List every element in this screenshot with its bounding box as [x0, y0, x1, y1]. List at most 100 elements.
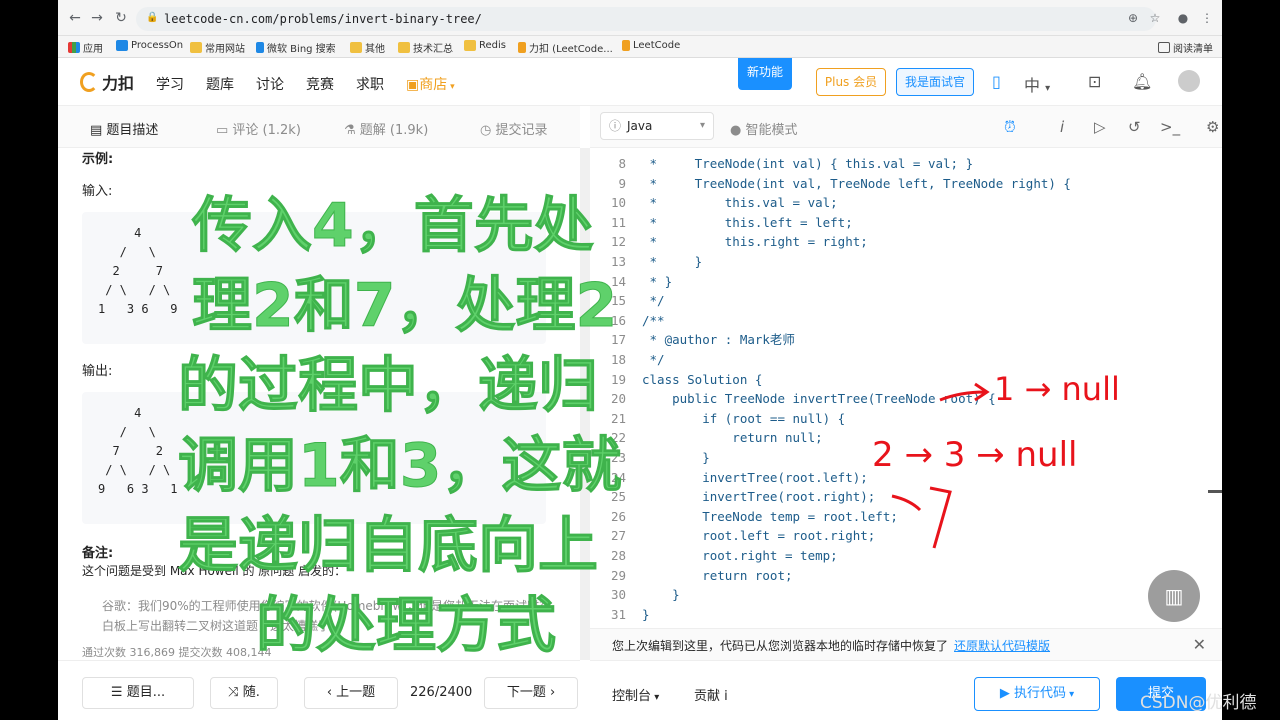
- interviewer-button[interactable]: 我是面试官: [896, 68, 974, 96]
- chevron-down-icon: ▾: [1065, 689, 1075, 700]
- annotation-line: 调用1和3，这就: [178, 431, 623, 502]
- language-label: 中: [1024, 76, 1041, 95]
- tab-description[interactable]: ▤ 题目描述: [90, 119, 158, 138]
- back-icon[interactable]: ←: [66, 9, 84, 27]
- editor-scrollbar[interactable]: [1208, 490, 1222, 493]
- language-select[interactable]: ⓘ Java ▾: [600, 112, 714, 140]
- info-icon[interactable]: i: [1060, 118, 1064, 136]
- smart-mode-label: 智能模式: [745, 123, 798, 138]
- bookmark-leetcode[interactable]: LeetCode: [622, 40, 680, 51]
- nav-learn[interactable]: 学习: [156, 74, 184, 94]
- tab-submissions[interactable]: ◷ 提交记录: [480, 119, 548, 138]
- new-feature-badge[interactable]: 新功能: [738, 58, 792, 90]
- menu-icon[interactable]: ⋮: [1198, 9, 1216, 27]
- bookmark-leetcode-cn[interactable]: 力扣 (LeetCode...: [518, 40, 613, 55]
- watermark: CSDN@优利德: [1140, 693, 1257, 713]
- nav-contest[interactable]: 竞赛: [306, 74, 334, 94]
- nav-discuss[interactable]: 讨论: [256, 74, 284, 94]
- chevron-down-icon: ▾: [1045, 83, 1051, 94]
- avatar[interactable]: [1178, 70, 1200, 92]
- description-icon: ▤: [90, 123, 107, 138]
- folder-icon: [190, 42, 202, 53]
- settings-icon[interactable]: ⚙: [1206, 118, 1219, 136]
- clock-icon: ◷: [480, 123, 496, 138]
- folder-icon: [398, 42, 410, 53]
- plus-member-button[interactable]: Plus 会员: [816, 68, 886, 96]
- address-bar[interactable]: 🔒 leetcode-cn.com/problems/invert-binary…: [136, 7, 1156, 31]
- language-switch[interactable]: 中 ▾: [1024, 72, 1050, 96]
- code-text: * TreeNode(int val) { this.val = val; }: [642, 156, 974, 171]
- input-tree: 4 / \ 2 7 / \ / \ 1 3 6 9: [98, 226, 178, 316]
- notebook-float-button[interactable]: ▥: [1148, 570, 1200, 622]
- tab-label: 题目描述: [106, 123, 159, 138]
- zoom-icon[interactable]: ⊕: [1124, 9, 1142, 27]
- play-icon: ▶: [999, 686, 1014, 701]
- bookmark-label: 力扣 (LeetCode...: [529, 44, 613, 55]
- editor-toolbar: ⓘ Java ▾ ● 智能模式 ⏰︎ i ▷ ↺ >_ ⚙ ⤢: [590, 106, 1222, 148]
- alarm-clock-icon[interactable]: ⏰︎: [1004, 118, 1016, 136]
- annotation-line: 是递归自底向上: [178, 511, 599, 582]
- comment-icon: ▭: [216, 123, 233, 138]
- editor-action-bar: 控制台 ▾ 贡献 i ▶ 执行代码 ▾ 提交: [590, 660, 1222, 720]
- reading-list[interactable]: 阅读清单: [1158, 40, 1213, 55]
- problem-tabs: ▤ 题目描述 ▭ 评论 (1.2k) ⚗ 题解 (1.9k) ◷ 提交记录: [58, 106, 580, 148]
- bookmark-folder[interactable]: Redis: [464, 40, 506, 51]
- logo-text: 力扣: [102, 74, 135, 93]
- tab-label: 评论 (1.2k): [232, 123, 301, 138]
- forward-icon[interactable]: →: [88, 9, 106, 27]
- bookmark-folder[interactable]: 其他: [350, 40, 385, 55]
- tab-comments[interactable]: ▭ 评论 (1.2k): [216, 119, 301, 138]
- notification-bell-icon[interactable]: 🔔︎: [1132, 72, 1152, 91]
- contribute-link[interactable]: 贡献 i: [694, 685, 728, 704]
- code-line[interactable]: 8 * TreeNode(int val) { this.val = val; …: [590, 154, 1222, 174]
- problem-list-button[interactable]: ☰ 题目...: [82, 677, 194, 709]
- bookmark-apps[interactable]: 应用: [68, 40, 103, 55]
- url-text: leetcode-cn.com/problems/invert-binary-t…: [164, 12, 482, 26]
- reading-list-label: 阅读清单: [1173, 44, 1213, 55]
- example-title: 示例:: [82, 152, 114, 167]
- bookmark-processon[interactable]: ProcessOn: [116, 40, 183, 51]
- smart-mode-toggle[interactable]: ● 智能模式: [730, 119, 798, 138]
- list-icon: ☰: [110, 685, 127, 700]
- star-icon[interactable]: ☆: [1146, 9, 1164, 27]
- folder-icon: [464, 40, 476, 51]
- console-toggle[interactable]: 控制台 ▾: [612, 685, 659, 704]
- random-button[interactable]: ⤨ 随.: [210, 677, 278, 709]
- nav-store[interactable]: ▣商店 ▾: [406, 74, 455, 94]
- reload-icon[interactable]: ↻: [112, 9, 130, 27]
- prev-problem-button[interactable]: ‹ 上一题: [304, 677, 398, 709]
- store-label: 商店: [419, 77, 448, 93]
- button-label: 下一题: [506, 685, 546, 700]
- tab-label: 题解 (1.9k): [359, 123, 429, 138]
- button-label: 执行代码: [1013, 686, 1066, 701]
- close-icon[interactable]: ✕: [1193, 635, 1206, 654]
- mobile-icon[interactable]: ▯: [992, 72, 1001, 91]
- nav-jobs[interactable]: 求职: [356, 74, 384, 94]
- profile-icon[interactable]: ●: [1174, 9, 1192, 27]
- run-code-button[interactable]: ▶ 执行代码 ▾: [974, 677, 1100, 711]
- line-number: 8: [618, 156, 626, 171]
- logo[interactable]: 力扣: [80, 70, 134, 94]
- restore-default-link[interactable]: 还原默认代码模版: [954, 639, 1050, 653]
- leetcode-icon: [518, 42, 526, 53]
- nav-problems[interactable]: 题库: [206, 74, 234, 94]
- reset-icon[interactable]: ↺: [1128, 118, 1141, 136]
- flask-icon: ⚗: [344, 123, 360, 138]
- next-problem-button[interactable]: 下一题 ›: [484, 677, 578, 709]
- annotation-line: 理2和7，处理2: [192, 271, 618, 342]
- bookmarks-bar: 应用 ProcessOn 常用网站 微软 Bing 搜索 其他 技术汇总 Red…: [58, 36, 1222, 58]
- problem-nav-bar: ☰ 题目... ⤨ 随. ‹ 上一题 226/2400 下一题 ›: [58, 660, 580, 720]
- bookmark-label: Redis: [479, 40, 506, 51]
- play-icon[interactable]: ▷: [1094, 118, 1106, 136]
- bookmark-label: ProcessOn: [131, 40, 184, 51]
- bookmark-folder[interactable]: 常用网站: [190, 40, 245, 55]
- playground-icon[interactable]: ⊡: [1088, 72, 1101, 91]
- terminal-icon[interactable]: >_: [1160, 118, 1180, 136]
- bookmark-label: 应用: [83, 44, 103, 55]
- leetcode-icon: [622, 40, 630, 51]
- bookmark-bing[interactable]: 微软 Bing 搜索: [256, 40, 336, 55]
- problem-counter: 226/2400: [410, 685, 473, 700]
- bookmark-folder[interactable]: 技术汇总: [398, 40, 453, 55]
- tab-solutions[interactable]: ⚗ 题解 (1.9k): [344, 119, 428, 138]
- chevron-left-icon: ‹: [326, 685, 337, 700]
